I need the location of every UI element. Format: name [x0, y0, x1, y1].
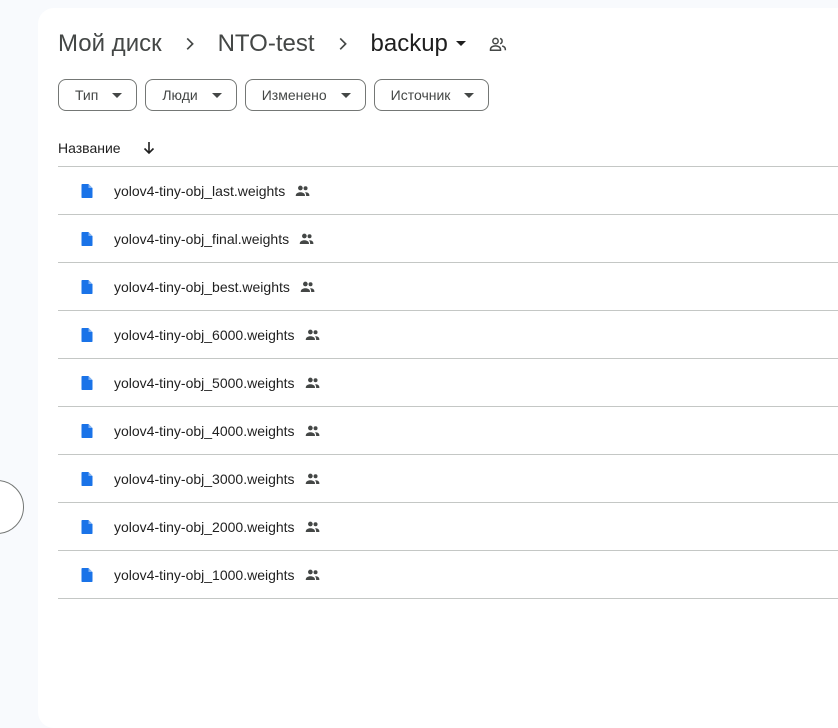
file-name: yolov4-tiny-obj_5000.weights	[114, 374, 295, 391]
list-item[interactable]: yolov4-tiny-obj_3000.weights	[58, 455, 838, 503]
doc-file-icon	[79, 375, 95, 391]
doc-file-icon	[79, 183, 95, 199]
filter-label: Тип	[75, 87, 99, 103]
filter-label: Источник	[390, 87, 451, 103]
breadcrumb-nto-test[interactable]: NTO-test	[218, 30, 315, 58]
filter-label: Изменено	[261, 87, 327, 103]
people-icon	[294, 182, 311, 199]
list-item[interactable]: yolov4-tiny-obj_1000.weights	[58, 551, 838, 599]
chevron-right-icon	[315, 32, 371, 56]
list-header: Название	[58, 130, 838, 167]
filter-bar: Тип Люди Изменено Источник	[58, 79, 490, 111]
breadcrumb-current-label: backup	[370, 30, 448, 57]
list-item[interactable]: yolov4-tiny-obj_5000.weights	[58, 359, 838, 407]
main-panel: Мой диск NTO-test backup Тип Люди Измене…	[38, 8, 838, 728]
caret-down-icon	[211, 92, 222, 98]
side-action-button[interactable]	[0, 480, 24, 534]
arrow-down-icon[interactable]	[141, 140, 157, 156]
file-name: yolov4-tiny-obj_6000.weights	[114, 326, 295, 343]
doc-file-icon	[79, 567, 95, 583]
doc-file-icon	[79, 327, 95, 343]
chevron-right-icon	[162, 32, 218, 56]
people-outline-icon	[488, 34, 508, 54]
list-item[interactable]: yolov4-tiny-obj_final.weights	[58, 215, 838, 263]
filter-modified-chip[interactable]: Изменено	[244, 79, 366, 111]
doc-file-icon	[79, 279, 95, 295]
caret-down-icon	[455, 41, 466, 47]
filter-source-chip[interactable]: Источник	[373, 79, 490, 111]
doc-file-icon	[79, 231, 95, 247]
file-name: yolov4-tiny-obj_3000.weights	[114, 470, 295, 487]
list-item[interactable]: yolov4-tiny-obj_2000.weights	[58, 503, 838, 551]
doc-file-icon	[79, 471, 95, 487]
caret-down-icon	[464, 92, 475, 98]
list-item[interactable]: yolov4-tiny-obj_4000.weights	[58, 407, 838, 455]
people-icon	[304, 566, 321, 583]
breadcrumb-my-drive[interactable]: Мой диск	[58, 30, 162, 58]
people-icon	[304, 470, 321, 487]
caret-down-icon	[112, 92, 123, 98]
filter-people-chip[interactable]: Люди	[145, 79, 237, 111]
list-item[interactable]: yolov4-tiny-obj_6000.weights	[58, 311, 838, 359]
doc-file-icon	[79, 423, 95, 439]
filter-label: Люди	[162, 87, 198, 103]
breadcrumb-current-folder[interactable]: backup	[371, 30, 466, 58]
file-name: yolov4-tiny-obj_1000.weights	[114, 566, 295, 583]
file-name: yolov4-tiny-obj_4000.weights	[114, 422, 295, 439]
file-list: yolov4-tiny-obj_last.weights yolov4-tiny-…	[58, 167, 838, 599]
people-icon	[299, 278, 316, 295]
filter-type-chip[interactable]: Тип	[58, 79, 138, 111]
list-item[interactable]: yolov4-tiny-obj_best.weights	[58, 263, 838, 311]
people-icon	[298, 230, 315, 247]
doc-file-icon	[79, 519, 95, 535]
file-name: yolov4-tiny-obj_2000.weights	[114, 518, 295, 535]
people-icon	[304, 518, 321, 535]
column-name-header[interactable]: Название	[58, 140, 121, 156]
breadcrumb: Мой диск NTO-test backup	[58, 26, 508, 62]
file-name: yolov4-tiny-obj_final.weights	[114, 230, 290, 247]
people-icon	[304, 374, 321, 391]
people-icon	[304, 326, 321, 343]
caret-down-icon	[340, 92, 351, 98]
file-name: yolov4-tiny-obj_best.weights	[114, 278, 290, 295]
people-icon	[304, 422, 321, 439]
file-name: yolov4-tiny-obj_last.weights	[114, 182, 286, 199]
list-item[interactable]: yolov4-tiny-obj_last.weights	[58, 167, 838, 215]
